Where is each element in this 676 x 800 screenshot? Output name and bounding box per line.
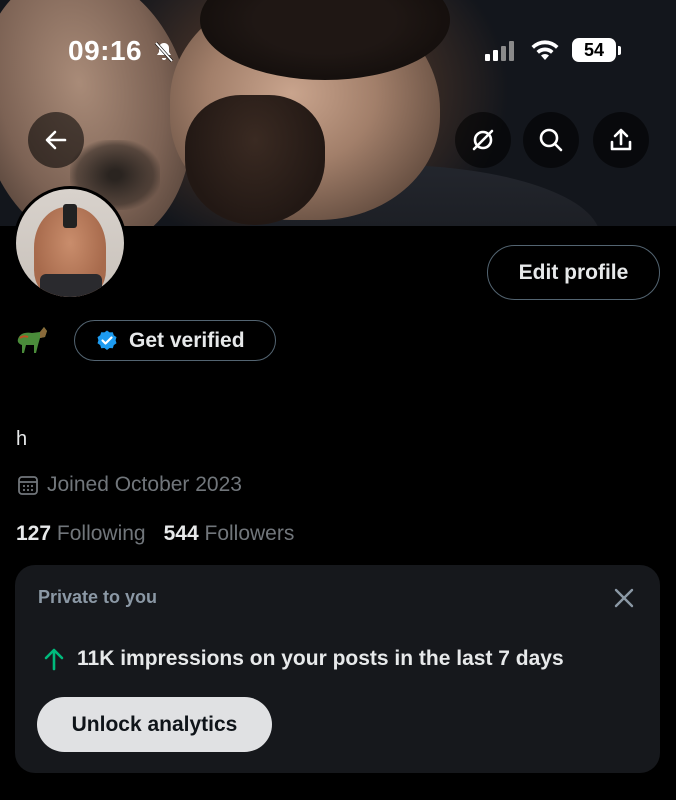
joined-date: Joined October 2023 — [17, 473, 242, 497]
back-button[interactable] — [28, 112, 84, 168]
bell-slash-icon — [154, 42, 174, 62]
back-arrow-icon — [45, 130, 67, 150]
grok-icon — [472, 129, 494, 151]
close-icon[interactable] — [611, 585, 637, 611]
following-link[interactable]: 127 Following — [16, 522, 146, 546]
followers-link[interactable]: 544 Followers — [164, 522, 295, 546]
unlock-analytics-button[interactable]: Unlock analytics — [37, 697, 272, 752]
get-verified-label: Get verified — [129, 328, 245, 352]
horse-emoji-icon — [17, 327, 47, 353]
avatar[interactable] — [13, 186, 127, 300]
get-verified-button[interactable]: Get verified — [74, 320, 276, 361]
banner-beard — [185, 95, 325, 225]
arrow-up-icon — [44, 648, 64, 671]
status-time: 09:16 — [68, 35, 143, 66]
search-button[interactable] — [523, 112, 579, 168]
follow-counts: 127 Following 544 Followers — [16, 522, 294, 546]
analytics-card: Private to you 11K impressions on your p… — [15, 565, 660, 773]
calendar-icon — [18, 476, 38, 495]
verified-badge-icon — [97, 330, 117, 350]
followers-label: Followers — [204, 522, 295, 545]
battery-icon: 54 — [572, 38, 616, 62]
profile-bio: h — [16, 428, 28, 450]
wifi-icon — [531, 40, 559, 60]
grok-button[interactable] — [455, 112, 511, 168]
share-button[interactable] — [593, 112, 649, 168]
search-icon — [539, 128, 563, 152]
avatar-photo — [16, 189, 124, 297]
battery-tip — [618, 46, 621, 55]
avatar-phone — [63, 204, 77, 228]
avatar-shorts — [40, 274, 102, 297]
share-icon — [610, 128, 632, 151]
impressions-text: 11K impressions on your posts in the las… — [77, 647, 564, 670]
joined-label: Joined October 2023 — [47, 473, 242, 496]
impressions-row: 11K impressions on your posts in the las… — [43, 647, 564, 671]
followers-count: 544 — [163, 522, 199, 545]
following-count: 127 — [16, 522, 52, 545]
status-bar: 09:16 54 — [0, 30, 676, 74]
signal-icon — [485, 41, 514, 61]
private-label: Private to you — [38, 587, 158, 607]
edit-profile-button[interactable]: Edit profile — [487, 245, 660, 300]
following-label: Following — [56, 522, 146, 545]
